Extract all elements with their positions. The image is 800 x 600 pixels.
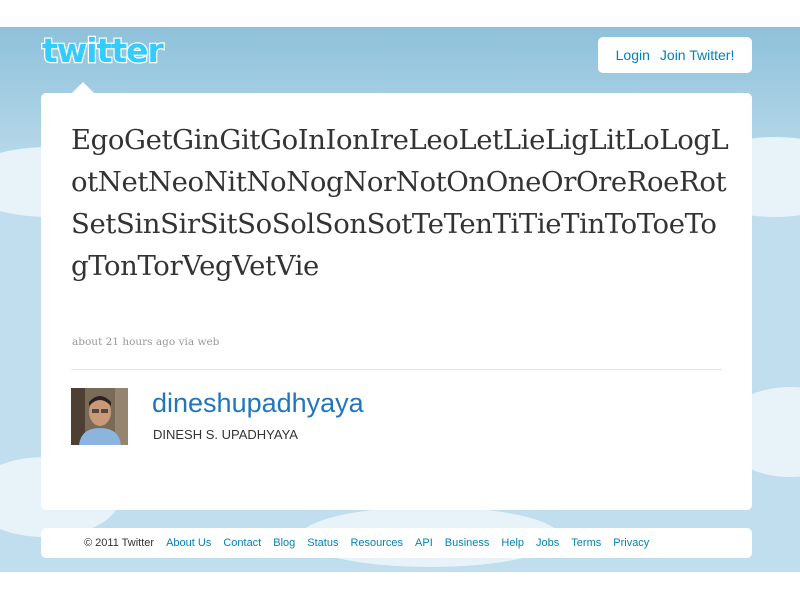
tweet-timestamp-link[interactable]: about 21 hours ago	[72, 336, 175, 348]
footer-link-help[interactable]: Help	[501, 537, 524, 549]
tweet-meta: about 21 hours ago via web	[72, 336, 219, 348]
svg-text:twitter: twitter	[42, 32, 165, 70]
footer-link-blog[interactable]: Blog	[273, 537, 295, 549]
footer-link-terms[interactable]: Terms	[571, 537, 601, 549]
footer-link-status[interactable]: Status	[307, 537, 338, 549]
login-link[interactable]: Login	[616, 47, 650, 63]
tweet-text: EgoGetGinGitGoInIonIreLeoLetLieLigLitLoL…	[71, 124, 729, 282]
footer-link-resources[interactable]: Resources	[350, 537, 403, 549]
divider	[71, 369, 722, 370]
tweet-source: web	[197, 336, 220, 348]
footer: © 2011 Twitter About Us Contact Blog Sta…	[41, 528, 752, 558]
copyright: © 2011 Twitter	[84, 537, 155, 549]
twitter-logo[interactable]: twitter	[40, 32, 185, 72]
auth-links: Login Join Twitter!	[598, 37, 752, 73]
page: twitter Login Join Twitter! EgoGetGinGit…	[0, 0, 800, 600]
full-name: DINESH S. UPADHYAYA	[153, 427, 298, 442]
screen-name-link[interactable]: dineshupadhyaya	[152, 388, 364, 419]
card-pointer	[72, 82, 94, 93]
tweet-card: EgoGetGinGitGoInIonIreLeoLetLieLigLitLoL…	[41, 93, 752, 510]
footer-link-privacy[interactable]: Privacy	[613, 537, 649, 549]
footer-link-about-us[interactable]: About Us	[166, 537, 211, 549]
footer-link-business[interactable]: Business	[445, 537, 490, 549]
footer-link-jobs[interactable]: Jobs	[536, 537, 559, 549]
join-twitter-link[interactable]: Join Twitter!	[660, 47, 734, 63]
footer-link-api[interactable]: API	[415, 537, 433, 549]
footer-link-contact[interactable]: Contact	[223, 537, 261, 549]
avatar-photo	[71, 388, 128, 445]
avatar[interactable]	[71, 388, 128, 445]
via-label: via	[178, 336, 195, 348]
